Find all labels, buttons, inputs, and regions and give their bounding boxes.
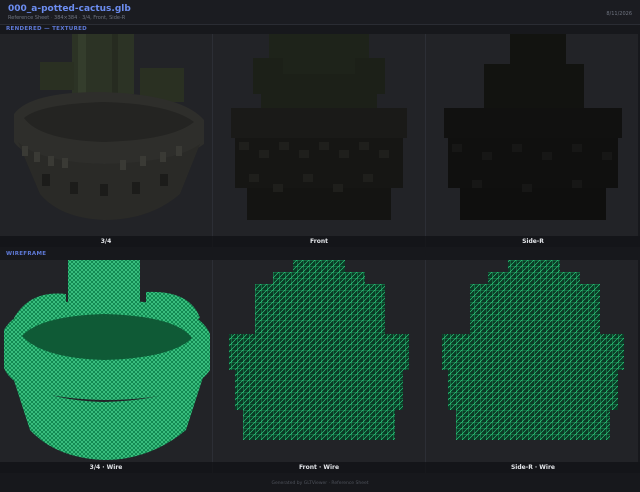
section-label-rendered: RENDERED — TEXTURED — [6, 26, 88, 32]
subtitle-size: 384×384 — [54, 15, 78, 21]
subtitle-views: 3/4, Front, Side-R — [82, 15, 126, 21]
section-label-wireframe: WIREFRAME — [6, 251, 47, 257]
cactus-render-side-r — [444, 34, 622, 220]
wire-panel-side-r[interactable] — [426, 260, 638, 462]
cactus-render-3-4 — [14, 34, 204, 220]
subtitle-sheet: Reference Sheet — [8, 15, 50, 21]
wire-panel-3-4[interactable] — [0, 260, 213, 462]
caption-side-r: Side-R — [426, 236, 640, 247]
cactus-render-front — [231, 34, 407, 220]
footer-credit: Generated by GLTViewer · Reference Sheet — [271, 481, 369, 486]
cactus-wire-side-r — [442, 260, 624, 440]
wire-panel-front[interactable] — [213, 260, 426, 462]
file-title: 000_a-potted-cactus.glb — [8, 4, 131, 14]
date-stamp: 8/11/2026 — [606, 11, 632, 17]
caption-3-4-wire: 3/4 · Wire — [0, 462, 212, 473]
subtitle: Reference Sheet · 384×384 · 3/4, Front, … — [8, 15, 125, 21]
cactus-wire-front — [229, 260, 409, 440]
header-bar: 000_a-potted-cactus.glb Reference Sheet … — [0, 0, 640, 25]
caption-front-wire: Front · Wire — [213, 462, 425, 473]
render-panel-front[interactable] — [213, 34, 426, 236]
cactus-wire-3-4 — [4, 260, 210, 460]
render-panel-side-r[interactable] — [426, 34, 638, 236]
caption-side-r-wire: Side-R · Wire — [426, 462, 640, 473]
caption-3-4: 3/4 — [0, 236, 212, 247]
render-panel-3-4[interactable] — [0, 34, 213, 236]
caption-front: Front — [213, 236, 425, 247]
